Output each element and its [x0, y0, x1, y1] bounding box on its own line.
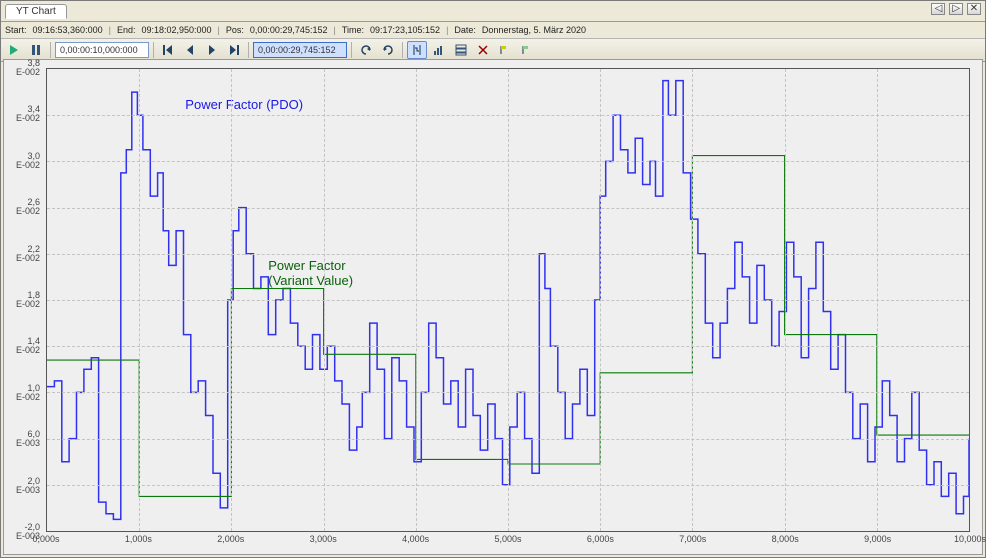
info-bar: Start: 09:16:53,360:000 | End: 09:18:02,…	[1, 22, 985, 39]
clear-marks-button[interactable]	[473, 41, 493, 59]
cursor-toggle-button[interactable]	[407, 41, 427, 59]
run-icon	[8, 44, 20, 56]
start-value: 09:16:53,360:000	[33, 25, 103, 35]
x-tick-label: 4,000s	[402, 534, 429, 544]
undo-icon	[360, 44, 372, 56]
date-value: Donnerstag, 5. März 2020	[482, 25, 586, 35]
annotation-variant: Power Factor (Variant Value)	[268, 258, 353, 288]
annotation-pdo: Power Factor (PDO)	[185, 97, 303, 112]
y-tick-label: 3,8 E-002	[16, 59, 40, 77]
marker-b-button[interactable]	[517, 41, 537, 59]
marker-b-icon	[521, 44, 533, 56]
range-field-1[interactable]: 0,00:00:10,000:000	[55, 42, 149, 58]
step-back-icon	[184, 44, 196, 56]
x-tick-label: 8,000s	[772, 534, 799, 544]
start-label: Start:	[5, 25, 27, 35]
y-tick-label: 3,0 E-002	[16, 152, 40, 170]
x-tick-label: 5,000s	[494, 534, 521, 544]
y-tick-label: 1,0 E-002	[16, 384, 40, 402]
scroll-right-icon[interactable]: ▷	[949, 3, 963, 15]
y-tick-label: 1,8 E-002	[16, 291, 40, 309]
redo-icon	[382, 44, 394, 56]
window-controls: ◁ ▷ ✕	[930, 3, 981, 15]
pause-icon	[30, 44, 42, 56]
step-fwd-icon	[206, 44, 218, 56]
y-tick-label: 3,4 E-002	[16, 105, 40, 123]
plot-area[interactable]: Power Factor (PDO) Power Factor (Variant…	[46, 68, 970, 532]
x-tick-label: 3,000s	[310, 534, 337, 544]
end-value: 09:18:02,950:000	[141, 25, 211, 35]
scroll-left-icon[interactable]: ◁	[931, 3, 945, 15]
tab-label: YT Chart	[16, 6, 56, 17]
y-tick-label: 6,0 E-003	[16, 430, 40, 448]
pause-button[interactable]	[26, 41, 46, 59]
x-axis-labels: 0,000s1,000s2,000s3,000s4,000s5,000s6,00…	[46, 534, 970, 552]
goto-start-icon	[162, 44, 174, 56]
run-button[interactable]	[4, 41, 24, 59]
y-tick-label: 2,2 E-002	[16, 245, 40, 263]
goto-end-button[interactable]	[224, 41, 244, 59]
x-tick-label: 1,000s	[125, 534, 152, 544]
position-field[interactable]: 0,00:00:29,745:152	[253, 42, 347, 58]
stack-button[interactable]	[451, 41, 471, 59]
x-tick-label: 10,000s	[954, 534, 986, 544]
stack-icon	[455, 44, 467, 56]
step-fwd-button[interactable]	[202, 41, 222, 59]
goto-start-button[interactable]	[158, 41, 178, 59]
chart-area: -2,0 E-0032,0 E-0036,0 E-0031,0 E-0021,4…	[3, 59, 983, 555]
date-label: Date:	[454, 25, 476, 35]
overview-icon	[433, 44, 445, 56]
x-tick-label: 0,000s	[32, 534, 59, 544]
close-icon[interactable]: ✕	[967, 3, 981, 15]
step-back-button[interactable]	[180, 41, 200, 59]
x-tick-label: 2,000s	[217, 534, 244, 544]
tab-bar: YT Chart ◁ ▷ ✕	[1, 1, 985, 22]
x-tick-label: 7,000s	[679, 534, 706, 544]
undo-button[interactable]	[356, 41, 376, 59]
marker-a-button[interactable]	[495, 41, 515, 59]
y-tick-label: 2,0 E-003	[16, 477, 40, 495]
end-label: End:	[117, 25, 136, 35]
marker-a-icon	[499, 44, 511, 56]
pos-value: 0,00:00:29,745:152	[250, 25, 328, 35]
y-axis-labels: -2,0 E-0032,0 E-0036,0 E-0031,0 E-0021,4…	[6, 68, 44, 532]
tab-yt-chart[interactable]: YT Chart	[5, 4, 67, 19]
pos-label: Pos:	[226, 25, 244, 35]
time-label: Time:	[342, 25, 364, 35]
overview-button[interactable]	[429, 41, 449, 59]
y-tick-label: 1,4 E-002	[16, 337, 40, 355]
redo-button[interactable]	[378, 41, 398, 59]
goto-end-icon	[228, 44, 240, 56]
cursor-toggle-icon	[411, 44, 423, 56]
x-tick-label: 6,000s	[587, 534, 614, 544]
clear-marks-icon	[477, 44, 489, 56]
time-value: 09:17:23,105:152	[370, 25, 440, 35]
x-tick-label: 9,000s	[864, 534, 891, 544]
y-tick-label: 2,6 E-002	[16, 198, 40, 216]
